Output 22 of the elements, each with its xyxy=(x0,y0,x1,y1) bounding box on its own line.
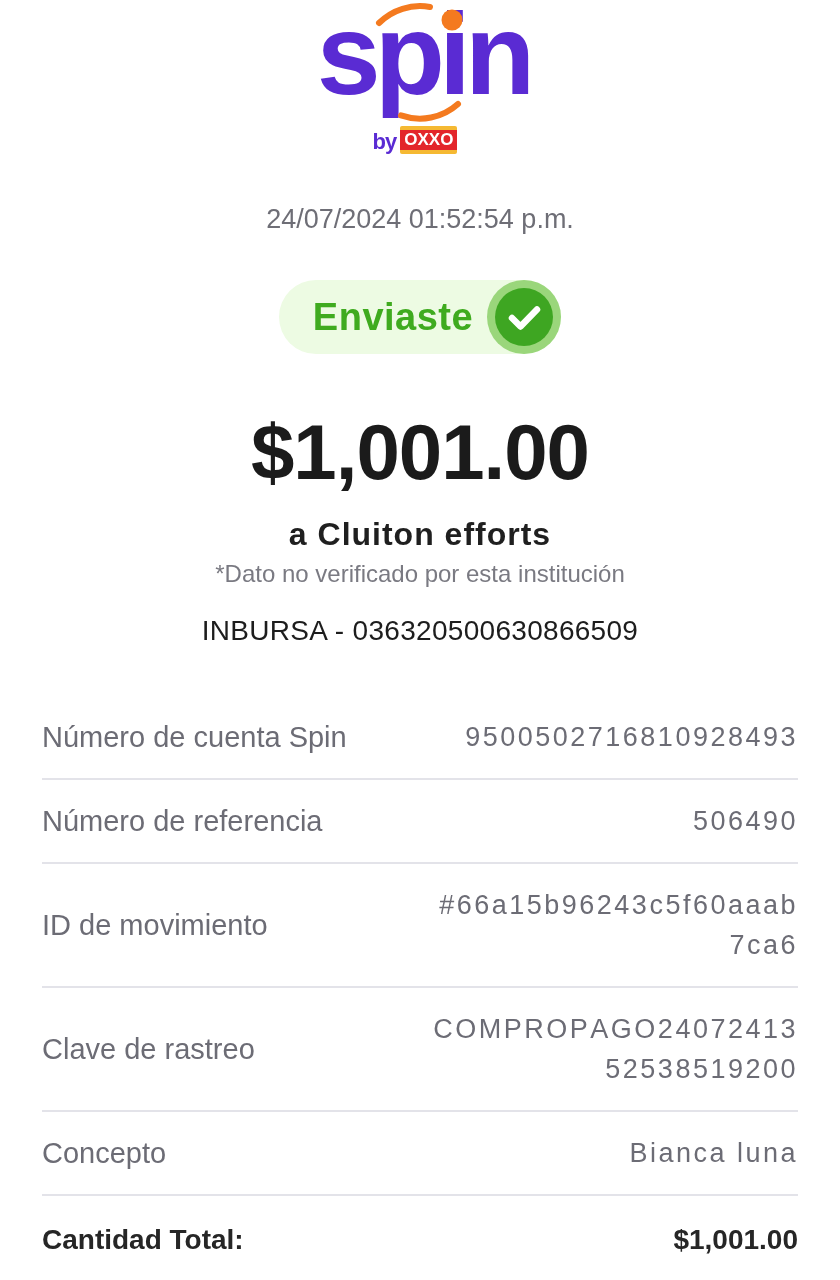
detail-value: 9500502716810928493 xyxy=(465,721,798,754)
detail-label: Número de referencia xyxy=(42,804,323,839)
detail-label: Concepto xyxy=(42,1136,167,1171)
detail-value: 506490 xyxy=(692,805,798,838)
logo-byline: by xyxy=(372,130,398,154)
spin-logo: spin xyxy=(290,0,550,124)
detail-value: #66a15b96243c5f60aaab7ca6 xyxy=(438,889,798,962)
total-label: Cantidad Total: xyxy=(42,1223,244,1257)
recipient-name: a Cluiton efforts xyxy=(288,515,552,554)
total-value: $1,001.00 xyxy=(673,1223,798,1257)
disclaimer-note: *Dato no verificado por esta institución xyxy=(215,559,625,589)
check-circle-icon xyxy=(487,280,562,354)
timestamp: 24/07/2024 01:52:54 p.m. xyxy=(266,203,574,236)
detail-label: Clave de rastreo xyxy=(42,1032,255,1067)
detail-label: ID de movimiento xyxy=(42,908,268,943)
status-label: Enviaste xyxy=(312,295,474,340)
detail-value: COMPROPAGO2407241352538519200 xyxy=(432,1013,798,1086)
bank-account: INBURSA - 036320500630866509 xyxy=(201,614,639,648)
detail-value: Bianca luna xyxy=(629,1137,798,1170)
partner-logo-badge: OXXO xyxy=(400,126,458,154)
amount: $1,001.00 xyxy=(251,407,589,497)
detail-label: Número de cuenta Spin xyxy=(42,720,347,755)
